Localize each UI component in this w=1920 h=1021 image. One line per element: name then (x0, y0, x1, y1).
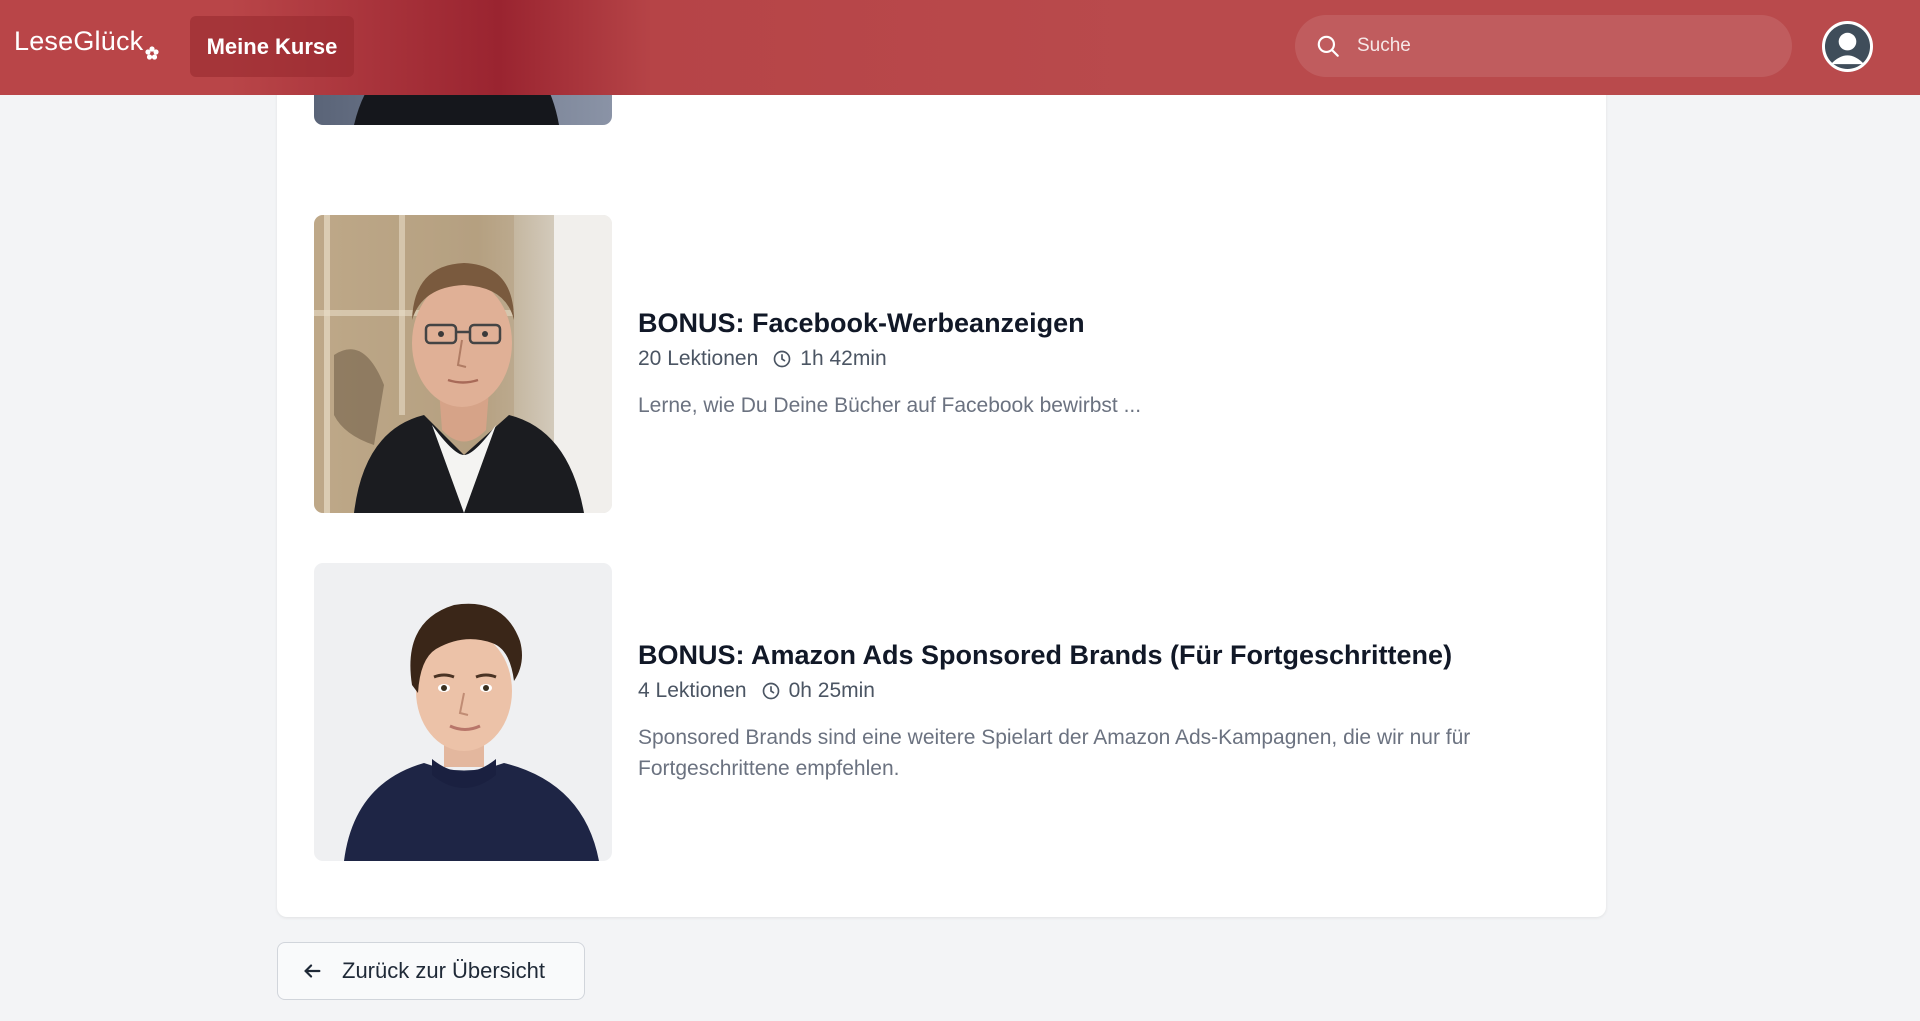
arrow-left-icon (304, 964, 321, 978)
lesson-count: 20 Lektionen (638, 347, 759, 370)
course-thumbnail-facebook[interactable] (314, 215, 612, 513)
logo-text: LeseGlück (14, 26, 144, 56)
search-input[interactable] (1357, 35, 1757, 57)
instructor-photo (314, 215, 612, 513)
course-thumbnail-amazon-ads[interactable] (314, 563, 612, 861)
course-title[interactable]: BONUS: Amazon Ads Sponsored Brands (Für … (638, 640, 1452, 671)
logo[interactable]: LeseGlück (14, 26, 160, 60)
course-meta: 4 Lektionen 0h 25min (638, 679, 875, 703)
course-description: Sponsored Brands sind eine weitere Spiel… (638, 726, 1471, 780)
course-duration: 1h 42min (800, 347, 887, 370)
my-courses-label: Meine Kurse (206, 33, 338, 59)
user-avatar-button[interactable] (1822, 21, 1873, 72)
clock-icon (773, 350, 791, 368)
top-navigation-bar: LeseGlück Meine Kurse (0, 0, 1920, 95)
user-avatar-icon (1824, 23, 1871, 70)
course-title[interactable]: BONUS: Facebook-Werbeanzeigen (638, 308, 1085, 339)
search-box[interactable] (1295, 15, 1792, 77)
my-courses-nav-button[interactable]: Meine Kurse (190, 16, 354, 77)
search-icon (1317, 35, 1339, 57)
course-meta: 20 Lektionen 1h 42min (638, 347, 887, 371)
instructor-photo (314, 563, 612, 861)
logo-flower-icon (145, 46, 159, 60)
course-duration: 0h 25min (788, 679, 875, 702)
back-to-overview-button[interactable]: Zurück zur Übersicht (277, 942, 585, 1000)
course-list-card: BONUS: Facebook-Werbeanzeigen 20 Lektion… (277, 0, 1606, 917)
course-description: Lerne, wie Du Deine Bücher auf Facebook … (638, 394, 1142, 417)
clock-icon (762, 682, 779, 700)
back-button-label: Zurück zur Übersicht (342, 958, 545, 983)
lesson-count: 4 Lektionen (638, 679, 747, 702)
